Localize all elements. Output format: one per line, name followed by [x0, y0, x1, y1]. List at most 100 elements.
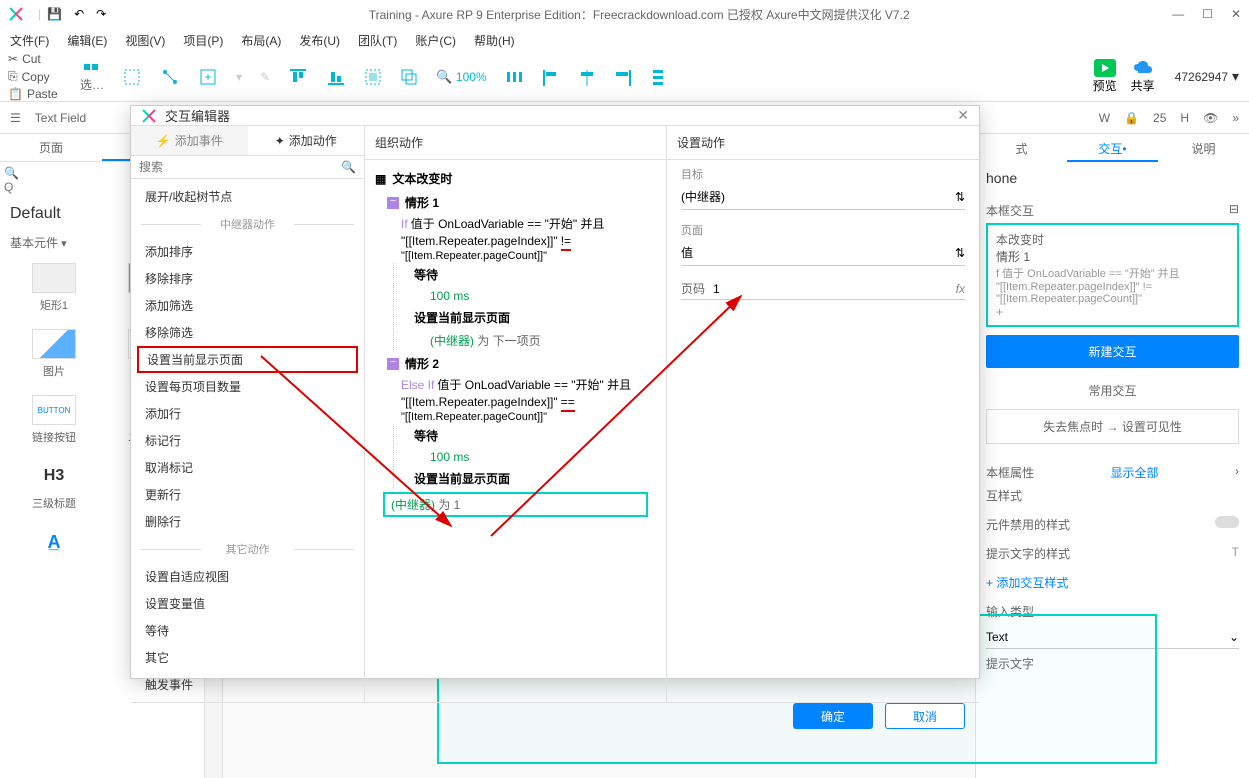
event-text-change[interactable]: ▦文本改变时	[375, 166, 656, 191]
more-icon[interactable]: »	[1232, 111, 1239, 125]
menu-file[interactable]: 文件(F)	[10, 32, 49, 49]
cut-button[interactable]: ✂Cut	[8, 51, 62, 67]
case1-set-page[interactable]: 设置当前显示页面	[393, 306, 656, 329]
redo-icon[interactable]: ↷	[96, 7, 106, 21]
paste-button[interactable]: 📋Paste	[8, 86, 62, 102]
action-unmark-rows[interactable]: 取消标记	[131, 454, 364, 481]
action-wait[interactable]: 等待	[131, 617, 364, 644]
action-remove-filter[interactable]: 移除筛选	[131, 319, 364, 346]
ungroup-icon[interactable]	[400, 68, 418, 86]
action-fire-event[interactable]: 触发事件	[131, 671, 364, 698]
action-remove-sort[interactable]: 移除排序	[131, 265, 364, 292]
tab-pages[interactable]: 页面	[0, 134, 102, 161]
action-delete-rows[interactable]: 删除行	[131, 508, 364, 535]
h-val[interactable]: 25	[1153, 111, 1166, 125]
preview-button[interactable]: 预览	[1093, 59, 1117, 94]
widget-link-button[interactable]: BUTTON链接按钮	[6, 387, 102, 453]
group-icon[interactable]	[364, 68, 382, 86]
collapse-icon[interactable]: −	[387, 197, 399, 209]
pageno-label: 页码	[681, 280, 705, 297]
new-interaction-button[interactable]: 新建交互	[986, 335, 1239, 368]
widget-h3[interactable]: H3三级标题	[6, 453, 102, 519]
action-mark-rows[interactable]: 标记行	[131, 427, 364, 454]
page-select[interactable]: 值⇅	[681, 240, 965, 266]
distribute-v-icon[interactable]	[649, 68, 667, 86]
connect-icon[interactable]	[160, 67, 180, 87]
pageno-input[interactable]	[713, 282, 956, 296]
menu-edit[interactable]: 编辑(E)	[67, 32, 107, 49]
account-display[interactable]: 47262947 ▾	[1175, 68, 1239, 85]
add-action[interactable]: +	[996, 305, 1229, 319]
menu-team[interactable]: 团队(T)	[358, 32, 397, 49]
select-tool[interactable]: 选…	[80, 60, 104, 93]
disabled-style-toggle[interactable]	[1215, 516, 1239, 528]
format-icon[interactable]: ☰	[10, 111, 21, 125]
case2-set-page[interactable]: 设置当前显示页面	[393, 467, 656, 490]
ok-button[interactable]: 确定	[793, 703, 873, 729]
action-set-items-per-page[interactable]: 设置每页项目数量	[131, 373, 364, 400]
share-button[interactable]: 共享	[1131, 59, 1155, 94]
case-2[interactable]: −情形 2	[375, 352, 656, 375]
toolbar: ✂Cut ⎘Copy 📋Paste 选… + ▾ ✎ 🔍 100% 预览 共享 …	[0, 52, 1249, 102]
add-interaction-style[interactable]: + 添加交互样式	[986, 568, 1239, 597]
search-icon: 🔍	[341, 160, 356, 174]
action-update-rows[interactable]: 更新行	[131, 481, 364, 508]
widget-a2[interactable]: A̲	[6, 519, 102, 565]
tab-add-event[interactable]: ⚡添加事件	[131, 126, 248, 155]
case2-set-page-value-highlighted[interactable]: (中继器) 为 1	[383, 492, 648, 517]
cancel-button[interactable]: 取消	[885, 703, 965, 729]
case-1[interactable]: −情形 1	[375, 191, 656, 214]
action-add-filter[interactable]: 添加筛选	[131, 292, 364, 319]
menu-view[interactable]: 视图(V)	[125, 32, 165, 49]
collapse-icon[interactable]: −	[387, 358, 399, 370]
show-all-link[interactable]: 显示全部	[1111, 464, 1159, 481]
menu-publish[interactable]: 发布(U)	[299, 32, 340, 49]
options-icon[interactable]: ⊟	[1229, 202, 1239, 219]
align-bottom-icon[interactable]	[326, 67, 346, 87]
save-icon[interactable]: 💾	[47, 7, 62, 21]
actions-list-panel: ⚡添加事件 ✦添加动作 🔍 展开/收起树节点 中继器动作 添加排序 移除排序 添…	[131, 126, 365, 702]
tab-notes[interactable]: 说明	[1158, 134, 1249, 162]
insert-icon[interactable]: +	[198, 67, 218, 87]
action-search[interactable]	[139, 160, 341, 174]
tab-add-action[interactable]: ✦添加动作	[248, 126, 365, 155]
case1-wait[interactable]: 等待	[393, 263, 656, 286]
action-set-current-page[interactable]: 设置当前显示页面	[137, 346, 358, 373]
undo-icon[interactable]: ↶	[74, 7, 84, 21]
tab-interactions[interactable]: 交互•	[1067, 134, 1158, 162]
align-left-icon[interactable]	[541, 68, 559, 86]
action-set-variable[interactable]: 设置变量值	[131, 590, 364, 617]
interaction-box[interactable]: 本改变时 情形 1 f 值于 OnLoadVariable == "开始" 并且…	[986, 223, 1239, 327]
eye-icon[interactable]: 👁	[1203, 111, 1218, 125]
menu-arrange[interactable]: 布局(A)	[241, 32, 281, 49]
lock-icon[interactable]: 🔒	[1124, 111, 1139, 125]
menu-help[interactable]: 帮助(H)	[474, 32, 515, 49]
distribute-h-icon[interactable]	[505, 68, 523, 86]
menu-account[interactable]: 账户(C)	[415, 32, 456, 49]
dialog-close-button[interactable]: ✕	[957, 107, 969, 124]
marquee-icon[interactable]	[122, 67, 142, 87]
align-right-icon[interactable]	[613, 68, 631, 86]
tab-style[interactable]: 式	[976, 134, 1067, 162]
widget-image[interactable]: 图片	[6, 321, 102, 387]
action-tree-expand[interactable]: 展开/收起树节点	[131, 183, 364, 210]
action-set-adaptive[interactable]: 设置自适应视图	[131, 563, 364, 590]
align-center-icon[interactable]	[577, 68, 595, 86]
case2-wait[interactable]: 等待	[393, 424, 656, 447]
text-icon[interactable]: T	[1232, 545, 1239, 562]
align-top-icon[interactable]	[288, 67, 308, 87]
close-icon[interactable]: ✕	[1231, 7, 1241, 21]
menu-project[interactable]: 项目(P)	[183, 32, 223, 49]
fx-button[interactable]: fx	[956, 282, 965, 296]
maximize-icon[interactable]: ☐	[1202, 7, 1213, 21]
minimize-icon[interactable]: —	[1172, 7, 1184, 21]
widget-rect1[interactable]: 矩形1	[6, 255, 102, 321]
action-add-sort[interactable]: 添加排序	[131, 238, 364, 265]
action-add-rows[interactable]: 添加行	[131, 400, 364, 427]
pen-icon[interactable]: ✎	[260, 70, 270, 84]
common-interaction-item[interactable]: 失去焦点时 → 设置可见性	[986, 409, 1239, 444]
target-select[interactable]: (中继器)⇅	[681, 184, 965, 210]
zoom-display[interactable]: 🔍 100%	[436, 69, 487, 85]
copy-button[interactable]: ⎘Copy	[8, 68, 62, 85]
action-other[interactable]: 其它	[131, 644, 364, 671]
